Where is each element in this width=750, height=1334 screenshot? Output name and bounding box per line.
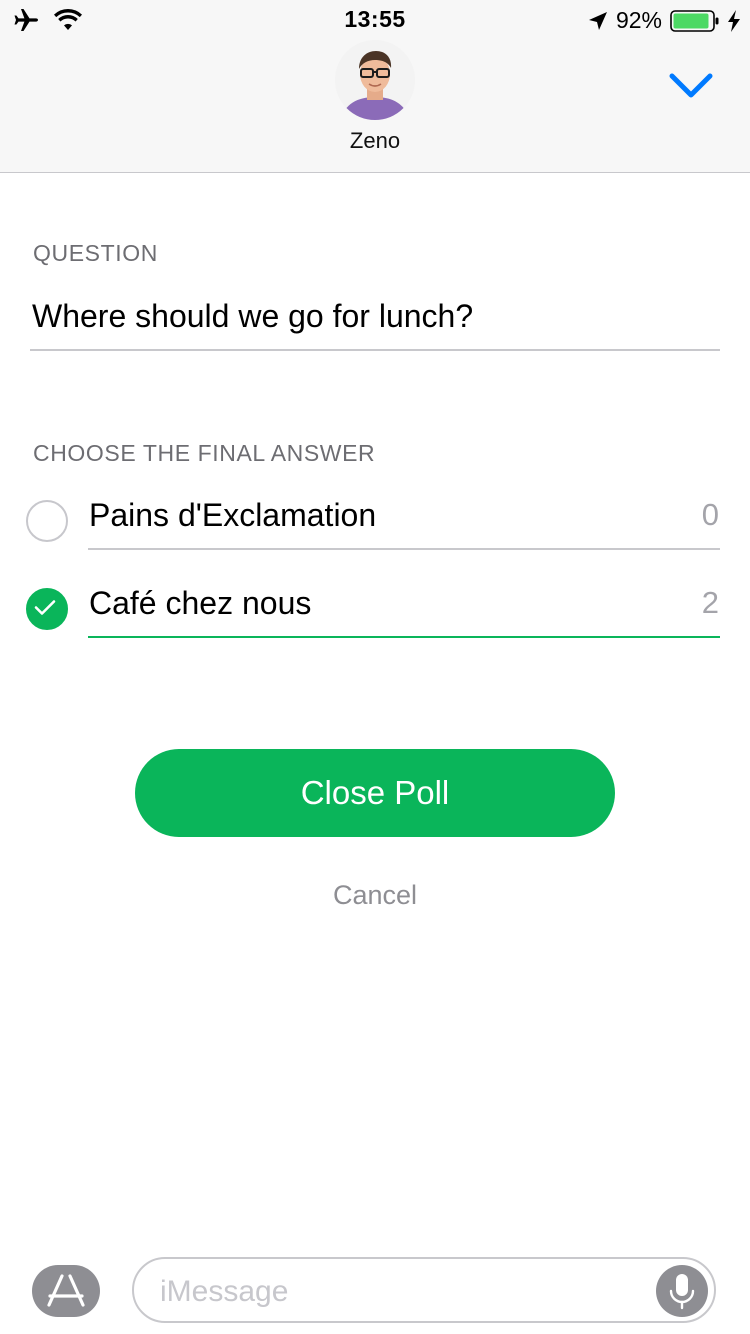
question-divider (30, 349, 720, 351)
imessage-field[interactable] (132, 1257, 716, 1323)
contact-name[interactable]: Zeno (0, 128, 750, 154)
battery-icon (670, 9, 719, 32)
app-store-button[interactable] (32, 1265, 100, 1317)
option-vote-count: 2 (701, 585, 719, 620)
question-text: Where should we go for lunch? (32, 298, 474, 334)
radio-unchecked-icon[interactable] (26, 500, 68, 542)
option-divider-active (88, 636, 720, 638)
status-right: 92% (588, 7, 740, 34)
charging-bolt-icon (728, 9, 740, 32)
option-divider (88, 548, 720, 550)
imessage-input[interactable] (158, 1271, 642, 1313)
answer-section-label: CHOOSE THE FINAL ANSWER (33, 440, 376, 466)
cancel-button[interactable]: Cancel (0, 880, 750, 911)
option-label: Café chez nous (89, 585, 312, 621)
app-store-icon (47, 1274, 85, 1307)
conversation-header: 13:55 92% Zeno (0, 0, 750, 173)
location-arrow-icon (588, 11, 607, 30)
question-section-label: QUESTION (33, 240, 158, 266)
answer-option-selected[interactable]: Café chez nous 2 (0, 585, 750, 676)
option-vote-count: 0 (701, 497, 719, 532)
checkmark-icon (34, 600, 56, 615)
option-label: Pains d'Exclamation (89, 497, 377, 533)
avatar-image (335, 40, 415, 120)
battery-percent: 92% (615, 7, 662, 33)
contact-avatar[interactable] (335, 40, 415, 120)
radio-checked-icon[interactable] (26, 588, 68, 630)
chevron-down-icon (669, 73, 713, 98)
microphone-icon (669, 1274, 695, 1310)
close-poll-button[interactable]: Close Poll (135, 749, 615, 837)
collapse-button[interactable] (668, 70, 714, 102)
battery-fill (673, 13, 709, 28)
microphone-button[interactable] (656, 1265, 708, 1317)
answer-option[interactable]: Pains d'Exclamation 0 (0, 497, 750, 588)
